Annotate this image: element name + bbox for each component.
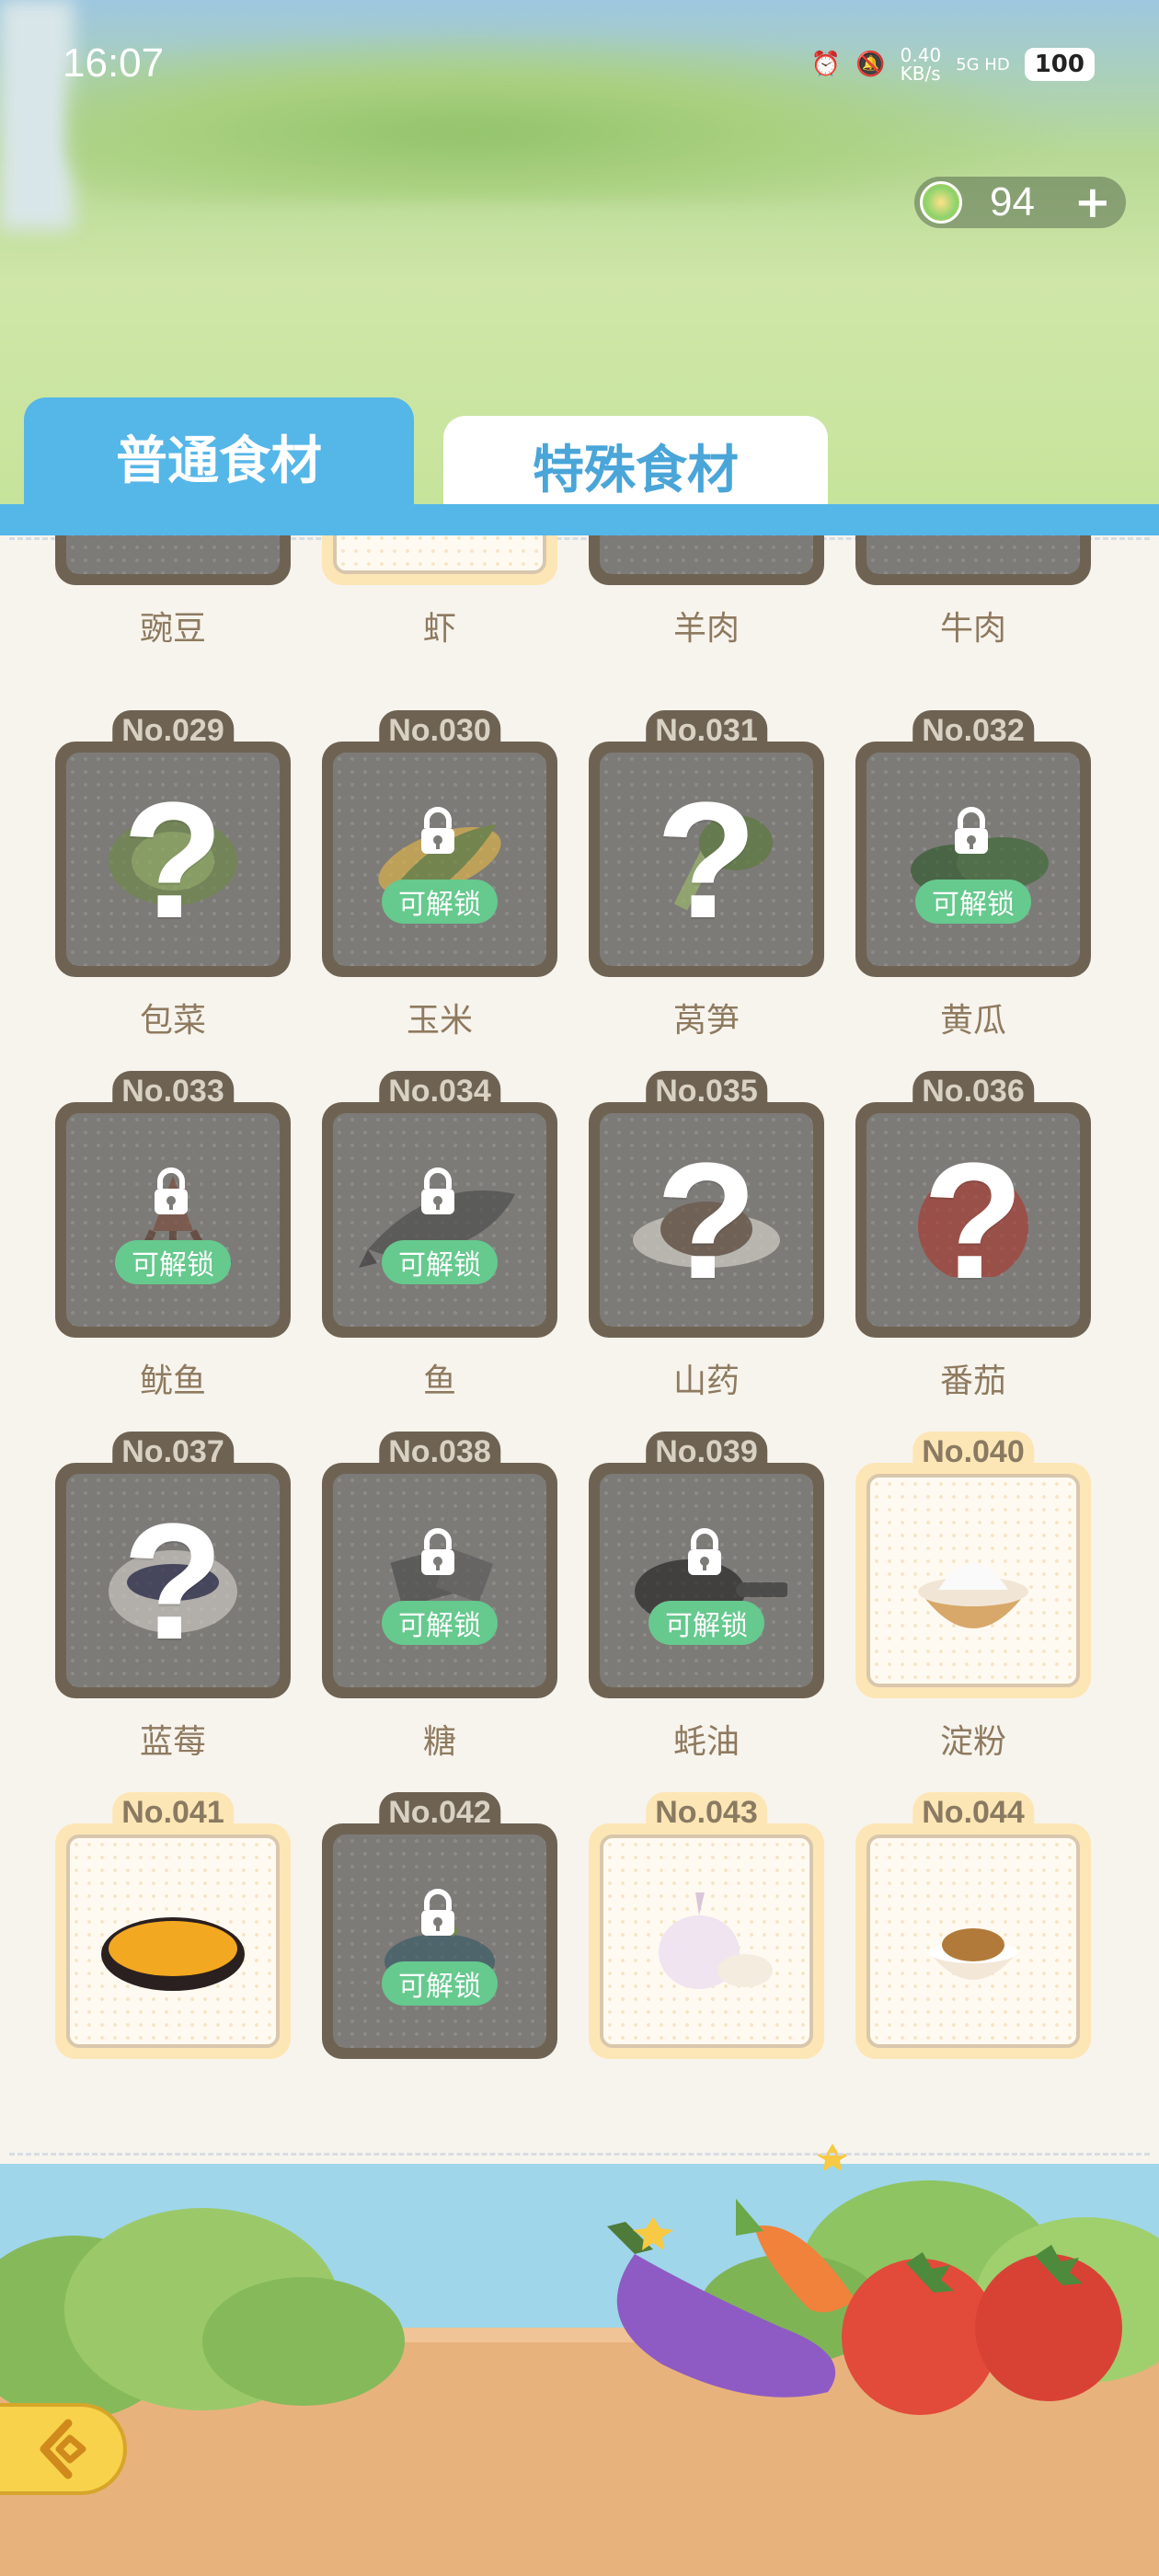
ingredient-name: 豌豆 (139, 610, 206, 648)
ingredient-number: No.040 (912, 1432, 1034, 1470)
ingredient-cell: 可解锁 (55, 1102, 291, 1338)
currency-bar[interactable]: 94 + (914, 177, 1126, 228)
ingredient-cell: 可解锁 (322, 1823, 557, 2059)
unlockable-badge[interactable]: 可解锁 (382, 1601, 498, 1645)
net-speed: 0.40 KB/s (900, 44, 942, 85)
ingredient-name: 牛肉 (939, 610, 1006, 648)
ingredient-number: No.035 (646, 1071, 767, 1110)
divider-bottom (9, 2153, 1150, 2156)
ingredient-grid-panel[interactable]: 豌豆 虾 羊肉 牛肉 ? No.029 包菜 可解锁 No.030 玉米? No.031 莴笋… (0, 535, 1159, 2164)
ingredient-number: No.044 (912, 1792, 1034, 1831)
lock-icon (946, 806, 997, 857)
battery-icon: 100 (1024, 48, 1095, 81)
ingredient-cell (855, 1463, 1091, 1698)
ingredient-name: 鱿鱼 (139, 1363, 206, 1400)
unlockable-badge[interactable]: 可解锁 (648, 1601, 764, 1645)
tab-bar: 普通食材 特殊食材 (0, 396, 1159, 535)
ingredient-number: No.042 (379, 1792, 500, 1831)
alarm-icon: ⏰ (810, 51, 842, 78)
ingredient-number: No.043 (646, 1792, 767, 1831)
ingredient-cell (855, 1823, 1091, 2059)
plus-icon[interactable]: + (1074, 177, 1111, 228)
ingredient-number: No.034 (379, 1071, 500, 1110)
ingredient-number: No.041 (112, 1792, 234, 1831)
ingredient-name: 山药 (672, 1363, 740, 1400)
tab-special-ingredients[interactable]: 特殊食材 (443, 416, 828, 515)
unlockable-badge[interactable]: 可解锁 (382, 880, 498, 924)
ingredient-number: No.032 (912, 710, 1034, 749)
ingredient-image (918, 1563, 1028, 1628)
lock-icon (412, 1527, 464, 1579)
ingredient-number: No.038 (379, 1432, 500, 1470)
ingredient-cell (55, 535, 291, 585)
ingredient-cell: ? (589, 742, 824, 977)
ingredient-cell (322, 535, 557, 585)
unlockable-badge[interactable]: 可解锁 (915, 880, 1031, 924)
ingredient-cell: 可解锁 (855, 742, 1091, 977)
ingredient-number: No.033 (112, 1071, 234, 1110)
ingredient-name: 虾 (422, 610, 456, 648)
ingredient-name: 包菜 (139, 1002, 206, 1040)
ingredient-cell: ? (589, 1102, 824, 1338)
tab-normal-ingredients[interactable]: 普通食材 (24, 397, 414, 515)
unknown-mark: ? (122, 1489, 224, 1674)
unknown-mark: ? (122, 768, 224, 953)
ingredient-number: No.031 (646, 710, 767, 749)
ingredient-cell: 可解锁 (322, 742, 557, 977)
ingredient-image (929, 1928, 1017, 1980)
ingredient-name: 番茄 (939, 1363, 1006, 1400)
ingredient-cell: 可解锁 (322, 1463, 557, 1698)
ingredient-name: 蚝油 (672, 1723, 740, 1761)
ingredient-cell (589, 1823, 824, 2059)
back-button[interactable] (0, 2403, 127, 2495)
status-time: 16:07 (63, 40, 165, 86)
ingredient-cell: ? (55, 1463, 291, 1698)
back-arrow-icon (40, 2419, 86, 2479)
ingredient-image (101, 1917, 245, 1991)
coin-amount: 94 (990, 179, 1035, 224)
lock-icon (412, 806, 464, 857)
ingredient-name: 玉米 (406, 1002, 473, 1040)
ingredient-cell: ? (855, 1102, 1091, 1338)
signal-icon: 5G HD (956, 54, 1010, 75)
ingredient-image (659, 1892, 773, 1989)
ingredient-name: 羊肉 (672, 610, 740, 648)
ingredient-name: 黄瓜 (939, 1002, 1006, 1040)
ingredient-number: No.030 (379, 710, 500, 749)
coin-icon (920, 181, 962, 224)
ingredient-name: 莴笋 (672, 1002, 740, 1040)
ingredient-number: No.036 (912, 1071, 1034, 1110)
ingredient-number: No.029 (112, 710, 234, 749)
unknown-mark: ? (656, 1129, 757, 1314)
ingredient-cell (55, 1823, 291, 2059)
unlockable-badge[interactable]: 可解锁 (382, 1240, 498, 1284)
ingredient-cell: 可解锁 (322, 1102, 557, 1338)
lock-icon (145, 1167, 197, 1218)
status-icons: ⏰ 🔕 0.40 KB/s 5G HD 100 (811, 46, 1095, 83)
garden-scene (0, 2144, 1159, 2576)
unknown-mark: ? (923, 1129, 1024, 1314)
ingredient-number: No.039 (646, 1432, 767, 1470)
ingredient-cell: ? (55, 742, 291, 977)
mute-icon: 🔕 (855, 51, 886, 78)
lock-icon (412, 1167, 464, 1218)
ingredient-cell (855, 535, 1091, 585)
ingredient-name: 糖 (422, 1723, 456, 1761)
ingredient-name: 淀粉 (939, 1723, 1006, 1761)
tab-underline (0, 504, 1159, 535)
lock-icon (679, 1527, 730, 1579)
lock-icon (412, 1888, 464, 1939)
ingredient-number: No.037 (112, 1432, 234, 1470)
unknown-mark: ? (656, 768, 757, 953)
ingredient-cell (589, 535, 824, 585)
ingredient-cell: 可解锁 (589, 1463, 824, 1698)
unlockable-badge[interactable]: 可解锁 (382, 1961, 498, 2006)
unlockable-badge[interactable]: 可解锁 (115, 1240, 231, 1284)
status-bar: 16:07 ⏰ 🔕 0.40 KB/s 5G HD 100 (0, 0, 1159, 129)
ingredient-name: 鱼 (422, 1363, 456, 1400)
ingredient-name: 蓝莓 (139, 1723, 206, 1761)
